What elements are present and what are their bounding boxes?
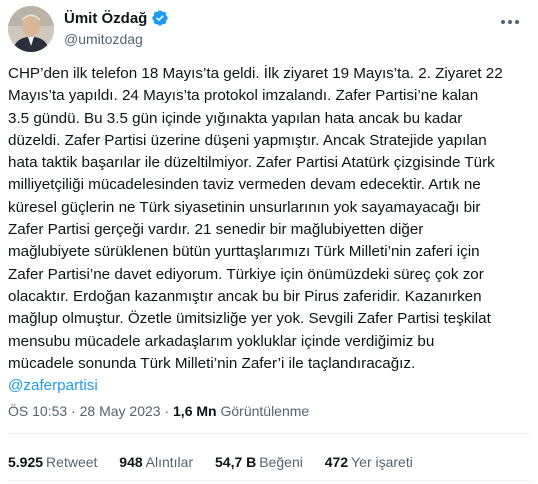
tweet-text-line: düzeldi. Zafer Partisi üzerine düşeni ya… [8, 131, 487, 149]
tweet-text-line: mensubu mücadele arkadaşlarım yokluklar … [8, 332, 435, 350]
meta-separator: · [160, 403, 174, 419]
tweet-text-line: hata taktik başarılar ile düzeltilmiyor.… [8, 154, 495, 172]
verified-badge-icon [151, 9, 169, 27]
divider [8, 433, 530, 434]
tweet-text-line: mağlubiyete sürüklenen bütün yurttaşları… [8, 243, 480, 261]
tweet-text-line: mücadele sonunda Türk Milleti’nin Zafer’… [8, 354, 416, 372]
views-count: 1,6 Mn [173, 403, 217, 419]
author-name[interactable]: Ümit Özdağ [64, 10, 147, 27]
tweet-text-line: Mayıs’ta yapıldı. 24 Mayıs’ta protokol i… [8, 87, 479, 105]
tweet-meta: ÖS 10:53 · 28 May 2023 · 1,6 Mn Görüntül… [8, 403, 309, 419]
author-name-row[interactable]: Ümit Özdağ [64, 9, 169, 27]
retweets-count: 5.925 [8, 454, 44, 470]
tweet-text-line: mağlup olmuştur. Özetle ümitsizliğe yer … [8, 310, 491, 328]
tweet-date[interactable]: 28 May 2023 [80, 403, 161, 419]
tweet-detail: Ümit Özdağ @umitozdag CHP’den ilk telefo… [0, 0, 538, 484]
bookmarks-count: 472 [324, 454, 349, 470]
engagement-stats: 5.925 Retweet 948 Alıntılar 54,7 B Beğeni 4… [8, 454, 431, 470]
tweet-text-line: CHP’den ilk telefon 18 Mayıs’ta geldi. İ… [8, 65, 503, 82]
tweet-text-line: olacaktır. Erdoğan kazanmıştır ancak bu … [8, 287, 482, 305]
quotes-count: 948 [119, 454, 143, 470]
quotes-stat[interactable]: 948 Alıntılar [119, 454, 193, 470]
retweets-label: Retweet [46, 454, 98, 470]
divider [8, 480, 530, 481]
meta-separator: · [67, 403, 80, 419]
bookmarks-label: Yer işareti [351, 454, 413, 470]
tweet-text-line: milliyetçiliği mücadelesinden taviz verm… [8, 176, 481, 194]
more-options-icon[interactable] [495, 10, 525, 34]
tweet-text: CHP’den ilk telefon 18 Mayıs’ta geldi. İ… [8, 63, 520, 397]
tweet-time[interactable]: ÖS 10:53 [8, 403, 67, 419]
tweet-text-line: Zafer Partisi’ne davet ediyorum. Türkiye… [8, 265, 484, 283]
views-label: Görüntülenme [216, 403, 310, 419]
tweet-text-line: Zafer Partisi gerçeği vardır. 21 senedir… [8, 221, 424, 239]
retweets-stat[interactable]: 5.925 Retweet [8, 454, 97, 470]
likes-count: 54,7 B [215, 454, 257, 470]
avatar[interactable] [8, 6, 54, 52]
tweet-text-line: küresel güçlerin ne Türk siyasetinin uns… [8, 198, 481, 216]
quotes-label: Alıntılar [145, 454, 194, 470]
bookmarks-stat[interactable]: 472 Yer işareti [325, 454, 413, 470]
author-handle[interactable]: @umitozdag [64, 31, 143, 47]
likes-stat[interactable]: 54,7 B Beğeni [215, 454, 303, 470]
tweet-text-line: 3.5 gündü. Bu 3.5 gün içinde yığınakta y… [8, 109, 463, 127]
mention-link[interactable]: @zaferpartisi [8, 375, 520, 397]
likes-label: Beğeni [259, 454, 303, 470]
